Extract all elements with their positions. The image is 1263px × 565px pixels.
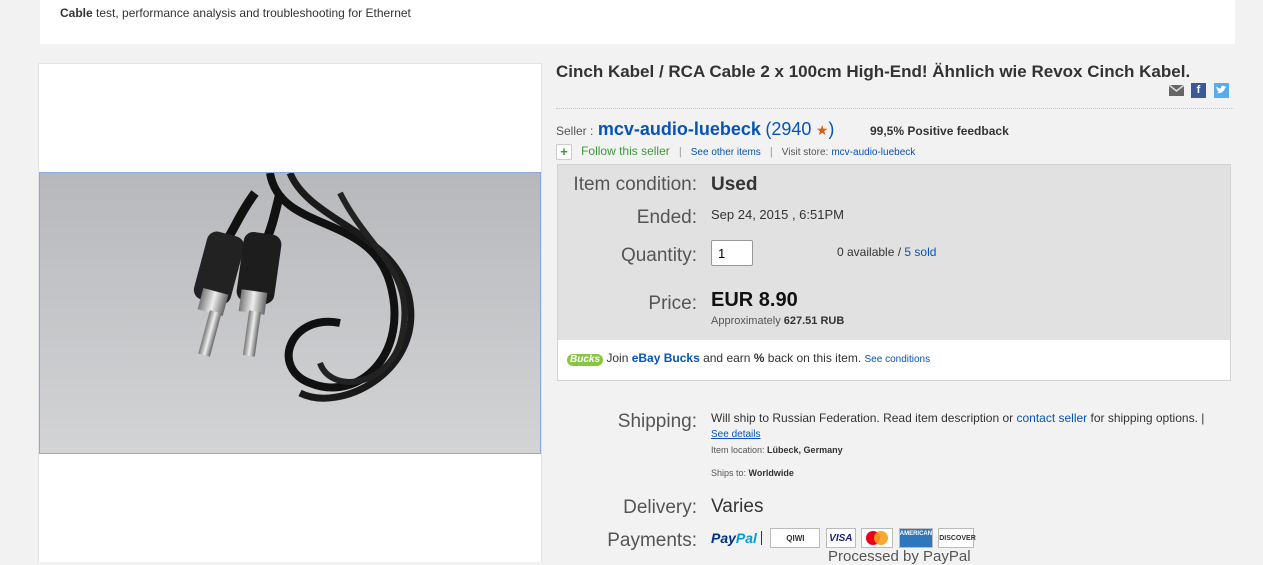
ships-to-label: Ships to: [711,468,747,478]
availability: 0 available / 5 sold [837,245,936,259]
separator: | [769,146,773,158]
top-banner: Cable test, performance analysis and tro… [40,0,1235,44]
bucks-back: back on this item. [764,351,865,365]
bucks-logo: Bucks [567,354,604,366]
item-photo[interactable] [39,172,541,454]
condition-value: Used [711,174,758,195]
ships-to-value: Worldwide [748,468,794,478]
shipping-text-1: Will ship to Russian Federation. Read it… [711,411,1017,425]
banner-text: Cable test, performance analysis and tro… [60,6,411,20]
payment-methods: PayPal QIWI VISA AMERICAN EXPRESS DISCOV… [711,528,976,550]
bucks-percent: % [753,351,765,365]
banner-bold: Cable [60,6,93,20]
seller-name-link[interactable]: mcv-audio-luebeck [598,119,761,139]
see-conditions-link[interactable]: See conditions [865,354,931,365]
condition-label: Item condition: [573,174,697,195]
item-title: Cinch Kabel / RCA Cable 2 x 100cm High-E… [556,62,1191,81]
item-location: Item location: Lübeck, Germany [711,445,843,455]
paypal-pay: Pay [711,530,736,546]
delivery-label: Delivery: [623,497,697,518]
ended-label: Ended: [636,207,697,228]
bucks-join: Join [603,351,632,365]
visa-logo: VISA [825,528,856,548]
divider [760,531,762,545]
bucks-row: Bucks Join eBay Bucks and earn % back on… [567,351,930,366]
visit-store-label: Visit store: [781,147,829,158]
shipping-text-2: for shipping options. | [1087,411,1205,425]
delivery-value: Varies [711,496,764,517]
available-text: 0 available / [837,245,905,259]
email-icon[interactable] [1168,83,1185,98]
bucks-earn: and earn [699,351,754,365]
amex-logo: AMERICAN EXPRESS [898,528,962,548]
processed-by-paypal: Processed by PayPal [828,548,971,565]
shipping-text: Will ship to Russian Federation. Read it… [711,411,1211,442]
positive-feedback[interactable]: 99,5% Positive feedback [870,124,1009,138]
seller-row: Seller : mcv-audio-luebeck (2940 ★) [556,119,834,140]
banner-rest: test, performance analysis and troublesh… [92,6,411,20]
approx-prefix: Approximately [711,315,784,327]
item-location-value: Lübeck, Germany [767,445,843,455]
price-value: EUR 8.90 [711,289,798,311]
seller-score-link[interactable]: 2940 [771,119,811,139]
ended-value: Sep 24, 2015 , 6:51PM [711,207,844,222]
separator: | [678,146,682,158]
follow-row: + Follow this seller | See other items |… [556,144,915,161]
contact-seller-link[interactable]: contact seller [1016,411,1087,425]
mastercard-logo [861,528,894,548]
paypal-logo: PayPal [711,530,757,546]
star-icon: ★ [815,122,829,138]
quantity-input[interactable] [711,240,753,266]
score-close-paren: ) [828,119,835,139]
quantity-label: Quantity: [620,245,697,266]
see-other-items-link[interactable]: See other items [691,147,761,158]
approx-value: 627.51 RUB [783,315,845,327]
sold-link[interactable]: 5 sold [904,245,936,259]
store-link[interactable]: mcv-audio-luebeck [831,147,915,158]
payments-label: Payments: [607,530,697,551]
item-location-label: Item location: [711,445,765,455]
seller-label: Seller : [556,124,594,138]
shipping-label: Shipping: [617,411,697,432]
title-divider [556,108,1234,109]
ebay-bucks-link[interactable]: eBay Bucks [632,351,700,365]
twitter-icon[interactable] [1214,83,1229,98]
cable-image [40,173,540,453]
approx-price: Approximately 627.51 RUB [711,315,844,327]
facebook-icon[interactable]: f [1191,83,1206,98]
follow-seller-link[interactable]: Follow this seller [581,144,670,158]
plus-icon[interactable]: + [556,144,572,161]
ships-to: Ships to: Worldwide [711,468,794,478]
image-panel [38,63,542,562]
price-label: Price: [648,293,697,314]
paypal-pal: Pal [735,530,757,546]
see-details-link[interactable]: See details [711,429,760,440]
discover-logo: DISCOVER [938,528,976,548]
qiwi-logo: QIWI [770,528,821,548]
